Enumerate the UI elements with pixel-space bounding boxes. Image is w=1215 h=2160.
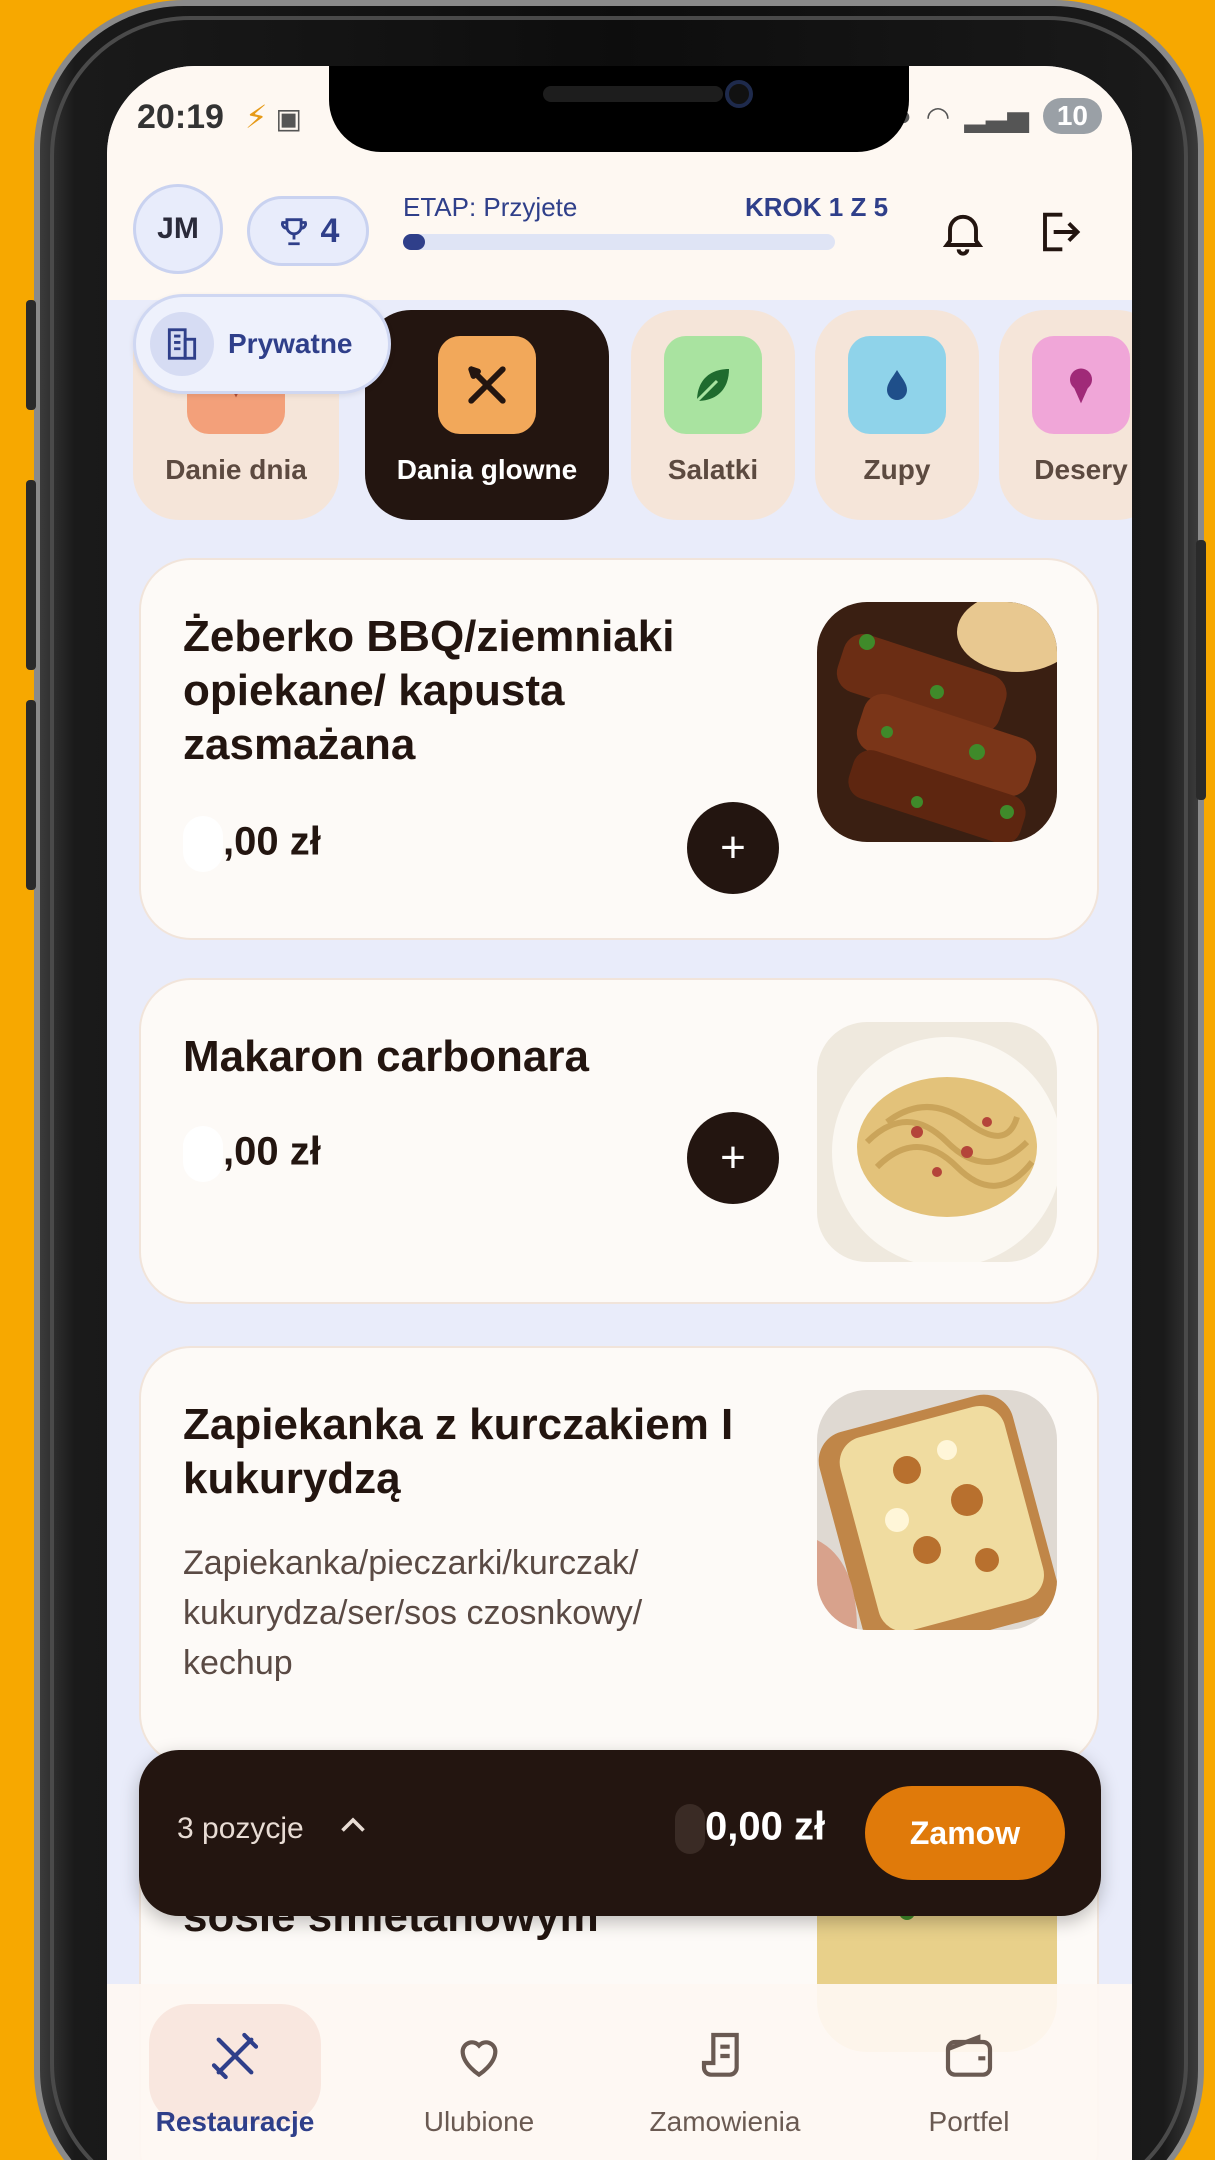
- trophy-icon: [280, 218, 307, 246]
- user-avatar[interactable]: JM: [133, 184, 223, 274]
- dish-card[interactable]: Żeberko BBQ/ziemniaki opiekane/ kapusta …: [139, 558, 1099, 940]
- screenshot-icon: ▣: [275, 103, 302, 134]
- front-camera: [725, 80, 753, 108]
- app-notification-icon: ⚡: [245, 99, 268, 135]
- price-redaction: [183, 816, 223, 872]
- wallet-icon: [945, 2034, 993, 2077]
- drop-icon: [848, 336, 946, 434]
- dish-price-value: ,00 zł: [223, 1129, 321, 1174]
- add-to-cart-button[interactable]: +: [687, 1112, 779, 1204]
- building-icon: [150, 312, 214, 376]
- ice-cream-icon: [1032, 336, 1130, 434]
- nav-item-portfel[interactable]: Portfel: [869, 1984, 1069, 2160]
- trophy-count: 4: [320, 211, 340, 250]
- account-type-chip[interactable]: Prywatne: [133, 294, 391, 394]
- add-to-cart-button[interactable]: +: [687, 802, 779, 894]
- dish-photo-ribs: [817, 602, 1057, 842]
- dish-card[interactable]: Makaron carbonara ,00 zł +: [139, 978, 1099, 1304]
- dish-title: Makaron carbonara: [183, 1032, 589, 1081]
- order-progress-fill: [403, 234, 425, 250]
- app-header: JM 4 ETAP: Przyjete KROK 1 Z 5: [107, 166, 1132, 300]
- dish-title: Zapiekanka z kurczakiem I kukurydzą: [183, 1400, 734, 1503]
- dish-card[interactable]: Zapiekanka z kurczakiem I kukurydzą Zapi…: [139, 1346, 1099, 1766]
- status-right-icons: ● ◠ ▂▃▅ 10: [895, 98, 1102, 134]
- status-time: 20:19: [137, 98, 224, 136]
- status-app-icons: ⚡ ▣: [245, 98, 302, 136]
- nav-item-ulubione[interactable]: Ulubione: [379, 1984, 579, 2160]
- dish-price-value: ,00 zł: [223, 819, 321, 864]
- cart-summary-bar[interactable]: 3 pozycje 0,00 zł Zamow: [139, 1750, 1101, 1916]
- dish-price: ,00 zł: [183, 816, 321, 872]
- battery-indicator: 10: [1042, 98, 1102, 134]
- receipt-icon: [701, 2032, 739, 2077]
- bottom-navigation: Restauracje Ulubione Zamowienia Portfel: [107, 1984, 1132, 2160]
- nav-label: Ulubione: [423, 2106, 535, 2137]
- account-type-label: Prywatne: [228, 328, 353, 359]
- order-progress-bar: [403, 234, 835, 250]
- category-dania-glowne[interactable]: Dania glowne: [365, 310, 609, 520]
- heart-icon: [460, 2040, 498, 2078]
- volume-up-button: [26, 480, 36, 670]
- category-label: Zupy: [863, 454, 931, 485]
- nav-item-zamowienia[interactable]: Zamowienia: [625, 1984, 825, 2160]
- category-label: Dania glowne: [396, 454, 578, 485]
- category-label: Desery: [1034, 454, 1128, 485]
- app-screen: 20:19 ⚡▣ ● ◠ ▂▃▅ 10 JM 4 ETAP: Przyjete …: [107, 66, 1132, 2160]
- silent-switch: [26, 300, 36, 410]
- nav-item-restauracje[interactable]: Restauracje: [135, 1984, 335, 2160]
- cart-item-count: 3 pozycje: [177, 1812, 304, 1845]
- category-desery[interactable]: Desery: [999, 310, 1132, 520]
- bell-icon[interactable]: [937, 206, 989, 258]
- fork-knife-icon: [211, 2032, 259, 2080]
- dish-price: ,00 zł: [183, 1126, 321, 1182]
- signal-icon: ▂▃▅: [964, 100, 1029, 132]
- logout-icon[interactable]: [1032, 206, 1084, 258]
- fork-knife-icon: [438, 336, 536, 434]
- dish-photo-carbonara: [817, 1022, 1057, 1262]
- category-salatki[interactable]: Salatki: [631, 310, 795, 520]
- category-zupy[interactable]: Zupy: [815, 310, 979, 520]
- order-button[interactable]: Zamow: [865, 1786, 1065, 1880]
- price-redaction: [675, 1804, 705, 1854]
- chevron-up-icon[interactable]: [335, 1808, 371, 1844]
- category-label: Danie dnia: [165, 454, 307, 485]
- volume-down-button: [26, 700, 36, 890]
- dish-description: Zapiekanka/pieczarki/kurczak/ kukurydza/…: [183, 1544, 643, 1682]
- cart-total: 0,00 zł: [675, 1804, 825, 1854]
- leaf-icon: [664, 336, 762, 434]
- wifi-icon: ◠: [925, 100, 951, 132]
- speaker-grille: [543, 86, 723, 102]
- camera-notch: [329, 66, 909, 152]
- trophy-badge[interactable]: 4: [247, 196, 369, 266]
- nav-label: Zamowienia: [649, 2106, 801, 2137]
- cart-total-value: 0,00 zł: [705, 1804, 826, 1849]
- dish-photo-zapiekanka: [817, 1390, 1057, 1630]
- step-label: KROK 1 Z 5: [745, 192, 889, 222]
- power-button: [1196, 540, 1206, 800]
- price-redaction: [183, 1126, 223, 1182]
- stage-label: ETAP: Przyjete: [403, 192, 578, 222]
- dish-title: Żeberko BBQ/ziemniaki opiekane/ kapusta …: [183, 612, 675, 769]
- nav-label: Portfel: [928, 2106, 1010, 2137]
- category-label: Salatki: [667, 454, 759, 485]
- nav-label: Restauracje: [155, 2106, 315, 2137]
